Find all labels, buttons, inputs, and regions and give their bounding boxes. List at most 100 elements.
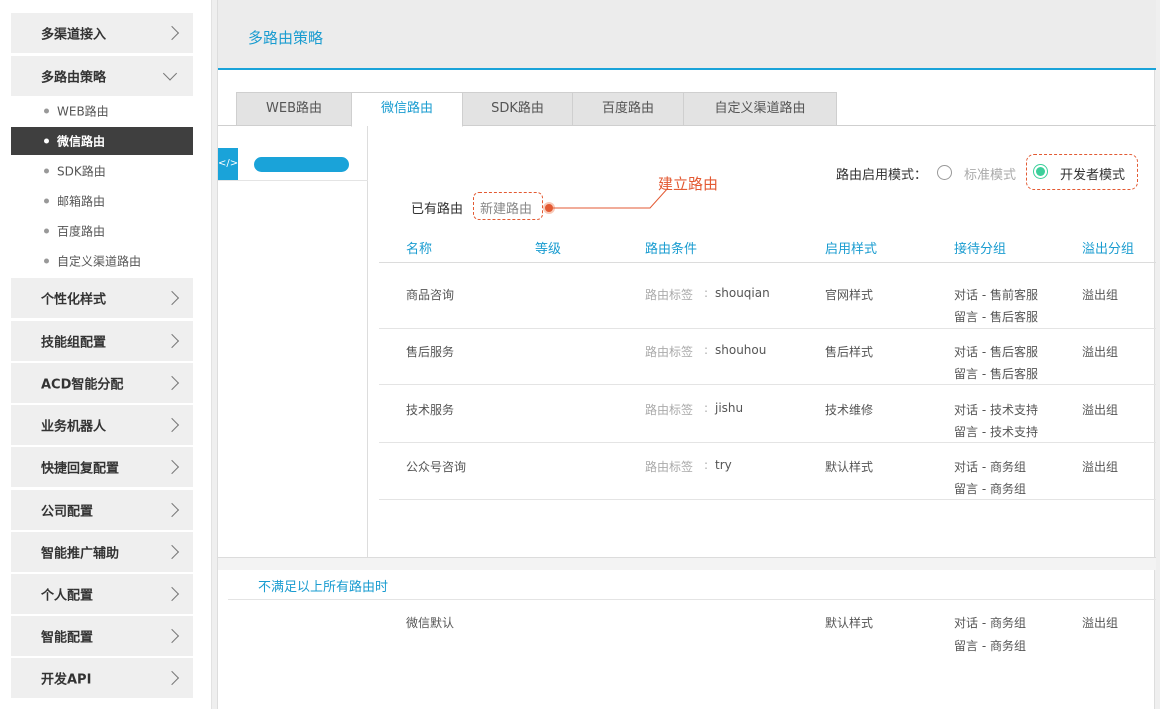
route-reception-message: 留言 - 技术支持 — [954, 425, 1038, 439]
tab-custom[interactable]: 自定义渠道路由 — [683, 92, 837, 126]
sidebar-subitem-label: WEB路由 — [57, 104, 109, 119]
chevron-right-icon — [164, 586, 180, 602]
sidebar-item-style[interactable]: 个性化样式 — [11, 278, 193, 318]
route-reception-chat: 对话 - 售前客服 — [954, 288, 1038, 302]
default-route-name: 微信默认 — [406, 616, 455, 630]
sidebar-item-smart[interactable]: 智能配置 — [11, 616, 193, 656]
chevron-right-icon — [164, 333, 180, 349]
tab-sdk[interactable]: SDK路由 — [462, 92, 573, 126]
chevron-right-icon — [164, 459, 180, 475]
bullet-icon — [44, 228, 49, 234]
sidebar-subitem-label: 微信路由 — [57, 134, 106, 149]
sidebar-item-api[interactable]: 开发API — [11, 658, 193, 698]
tab-web[interactable]: WEB路由 — [236, 92, 352, 126]
bullet-icon — [44, 198, 49, 204]
sidebar-subitem-label: 百度路由 — [57, 224, 106, 239]
route-overflow: 溢出组 — [1082, 403, 1119, 417]
route-condition-value: jishu — [715, 401, 744, 415]
column-header-style: 启用样式 — [825, 242, 878, 257]
route-name: 公众号咨询 — [406, 460, 467, 474]
sidebar-item-label: 公司配置 — [41, 504, 94, 520]
sidebar-subitem-sdk[interactable]: SDK路由 — [11, 157, 193, 185]
route-reception-chat: 对话 - 售后客服 — [954, 345, 1038, 359]
bullet-icon — [44, 168, 49, 174]
new-route-button[interactable]: 新建路由 — [480, 198, 532, 217]
callout-text: 建立路由 — [658, 175, 719, 193]
route-condition-colon: : — [704, 401, 709, 415]
route-list-pane: </> — [218, 126, 368, 558]
column-header-name: 名称 — [406, 242, 433, 257]
mode-developer-label[interactable]: 开发者模式 — [1060, 164, 1125, 183]
route-style: 售后样式 — [825, 345, 874, 359]
callout-line — [552, 187, 669, 209]
table-row[interactable]: 公众号咨询 路由标签 : try 默认样式 对话 - 商务组 留言 - 商务组 … — [379, 442, 1156, 500]
mode-standard-label[interactable]: 标准模式 — [964, 164, 1016, 183]
sidebar-item-label: 智能配置 — [41, 630, 94, 646]
sidebar-item-company[interactable]: 公司配置 — [11, 490, 193, 530]
route-overflow: 溢出组 — [1082, 345, 1119, 359]
column-header-condition: 路由条件 — [645, 242, 698, 257]
bullet-icon — [44, 258, 49, 264]
sidebar-item-label: 多渠道接入 — [41, 27, 107, 43]
sidebar-item-acd[interactable]: ACD智能分配 — [11, 363, 193, 403]
radio-standard[interactable] — [937, 165, 952, 180]
code-icon[interactable]: </> — [218, 148, 238, 180]
sidebar-subitem-label: 邮箱路由 — [57, 194, 106, 209]
default-route-reception-chat: 对话 - 商务组 — [954, 616, 1026, 630]
sidebar-subitem-email[interactable]: 邮箱路由 — [11, 187, 193, 215]
bullet-icon — [44, 138, 49, 144]
route-condition-colon: : — [704, 458, 709, 472]
sidebar-subitem-web[interactable]: WEB路由 — [11, 97, 193, 125]
default-route-style: 默认样式 — [825, 616, 874, 630]
route-name: 商品咨询 — [406, 288, 455, 302]
route-condition-label: 路由标签 — [645, 345, 694, 359]
column-header-reception: 接待分组 — [954, 242, 1007, 257]
chevron-down-icon — [162, 66, 178, 81]
chevron-right-icon — [164, 544, 180, 560]
radio-developer[interactable] — [1033, 164, 1048, 179]
table-row[interactable]: 商品咨询 路由标签 : shouqian 官网样式 对话 - 售前客服 留言 -… — [379, 270, 1156, 329]
default-route-reception-message: 留言 - 商务组 — [954, 639, 1026, 653]
table-row[interactable]: 技术服务 路由标签 : jishu 技术维修 对话 - 技术支持 留言 - 技术… — [379, 385, 1156, 443]
sidebar-item-label: 快捷回复配置 — [41, 461, 120, 477]
chevron-right-icon — [164, 502, 180, 518]
route-name: 技术服务 — [406, 403, 455, 417]
sidebar-item-skillgroup[interactable]: 技能组配置 — [11, 321, 193, 361]
divider — [228, 599, 1156, 600]
sidebar-item-multiroute[interactable]: 多路由策略 — [11, 56, 193, 96]
bullet-icon — [44, 108, 49, 114]
table-row[interactable]: 售后服务 路由标签 : shouhou 售后样式 对话 - 售后客服 留言 - … — [379, 327, 1156, 385]
chevron-right-icon — [164, 290, 180, 306]
sidebar-item-personal[interactable]: 个人配置 — [11, 574, 193, 614]
sidebar-item-robot[interactable]: 业务机器人 — [11, 405, 193, 445]
route-style: 默认样式 — [825, 460, 874, 474]
header-divider — [379, 262, 1156, 263]
default-route-heading: 不满足以上所有路由时 — [258, 580, 389, 595]
sidebar-subitem-custom[interactable]: 自定义渠道路由 — [11, 247, 193, 275]
tab-wechat[interactable]: 微信路由 — [351, 92, 463, 127]
sidebar-item-label: 业务机器人 — [41, 419, 107, 435]
route-list-pill[interactable] — [254, 157, 349, 172]
chevron-right-icon — [164, 670, 180, 686]
page: 多渠道接入 多路由策略 WEB路由 微信路由 SDK路由 邮箱路由 百度路由 自… — [0, 0, 1160, 709]
chevron-right-icon — [164, 628, 180, 644]
sidebar-item-quickreply[interactable]: 快捷回复配置 — [11, 447, 193, 487]
sidebar-item-label: 多路由策略 — [41, 70, 107, 86]
sidebar: 多渠道接入 多路由策略 WEB路由 微信路由 SDK路由 邮箱路由 百度路由 自… — [0, 0, 212, 709]
sidebar-item-promotion[interactable]: 智能推广辅助 — [11, 532, 193, 572]
route-name: 售后服务 — [406, 345, 455, 359]
column-header-level: 等级 — [535, 242, 562, 257]
route-condition-label: 路由标签 — [645, 460, 694, 474]
tab-baidu[interactable]: 百度路由 — [572, 92, 684, 126]
route-style: 技术维修 — [825, 403, 874, 417]
sidebar-subitem-baidu[interactable]: 百度路由 — [11, 217, 193, 245]
route-condition-colon: : — [704, 343, 709, 357]
column-header-overflow: 溢出分组 — [1082, 242, 1135, 257]
route-condition-colon: : — [704, 286, 709, 300]
sidebar-item-label: ACD智能分配 — [41, 377, 124, 393]
sidebar-subitem-wechat[interactable]: 微信路由 — [11, 127, 193, 155]
sidebar-item-label: 个性化样式 — [41, 292, 107, 308]
chevron-right-icon — [164, 25, 180, 41]
sidebar-item-multichannel[interactable]: 多渠道接入 — [11, 13, 193, 53]
section-band — [218, 558, 1156, 570]
